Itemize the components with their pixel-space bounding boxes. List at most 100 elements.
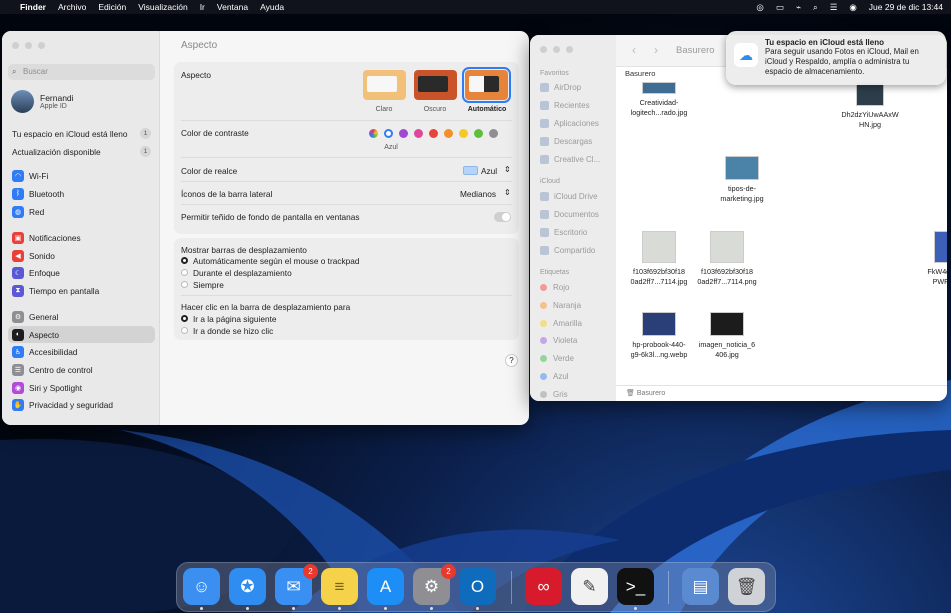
zoom-button[interactable] [566, 46, 573, 53]
contrast-swatch[interactable] [489, 129, 498, 138]
close-button[interactable] [12, 42, 19, 49]
sidebar-item-bluetooth[interactable]: ᛒ Bluetooth [8, 185, 155, 202]
file-item[interactable]: f103f692bf30f18 0ad2ff7...7114.png [687, 231, 767, 287]
icloud-notification[interactable]: ☁ Tu espacio en iCloud está lleno Para s… [726, 31, 946, 85]
creative-cloud-icon[interactable]: ∞ [525, 568, 562, 605]
clock[interactable]: Jue 29 de dic 13:44 [869, 2, 943, 12]
chevron-updown-icon[interactable]: ⇕ [504, 165, 511, 174]
sidebar-item-red[interactable]: ◍ Red [8, 203, 155, 220]
click-next-page-radio[interactable] [181, 315, 188, 322]
highlight-value[interactable]: Azul [481, 166, 497, 176]
contrast-swatch[interactable] [474, 129, 483, 138]
menu-ir[interactable]: Ir [200, 2, 205, 12]
sidebar-item-accesibilidad[interactable]: ♿ Accesibilidad [8, 343, 155, 360]
sidebar-item-wi-fi[interactable]: ◠ Wi-Fi [8, 167, 155, 184]
click-spot-radio[interactable] [181, 327, 188, 334]
path-item[interactable]: Basurero [637, 390, 665, 397]
window-controls[interactable] [540, 46, 573, 53]
sidebar-item-tiempo-en-pantalla[interactable]: ⧗ Tiempo en pantalla [8, 282, 155, 299]
terminal-icon[interactable]: >_ [617, 568, 654, 610]
finder-sidebar-item[interactable]: Escritorio [540, 228, 587, 237]
sidebar-item-siri-y-spotlight[interactable]: ◉ Siri y Spotlight [8, 379, 155, 396]
siri-icon[interactable]: ◉ [849, 2, 856, 13]
appearance-light[interactable] [363, 70, 406, 100]
scrollbars-auto-radio[interactable] [181, 257, 188, 264]
menu-ayuda[interactable]: Ayuda [260, 2, 284, 12]
file-item[interactable]: Creatividad- logitech...rado.jpg [619, 82, 699, 118]
app-store-icon[interactable]: A [367, 568, 404, 610]
contrast-swatch[interactable] [414, 129, 423, 138]
menu-app-name[interactable]: Finder [20, 2, 46, 12]
forward-icon[interactable]: › [654, 43, 658, 57]
wifi-off-icon[interactable]: ⌁ [796, 2, 801, 13]
menu-ventana[interactable]: Ventana [217, 2, 248, 12]
sidebar-item-sonido[interactable]: ◀ Sonido [8, 247, 155, 264]
creative-cloud-status-icon[interactable]: ◎ [756, 2, 763, 13]
sidebar-item-aspecto[interactable]: ◐ Aspecto [8, 326, 155, 343]
appearance-auto[interactable] [462, 67, 511, 103]
tinting-toggle[interactable] [494, 212, 511, 222]
contrast-swatch[interactable] [459, 129, 468, 138]
sidebar-icons-value[interactable]: Medianos [460, 189, 496, 199]
file-item[interactable]: Dh2dzYiUwAAxW HN.jpg [830, 82, 910, 130]
sidebar-item-centro-de-control[interactable]: ☰ Centro de control [8, 361, 155, 378]
finder-sidebar-item[interactable]: Compartido [540, 246, 595, 255]
finder-tag-item[interactable]: Azul [540, 372, 569, 381]
notes-icon[interactable]: ≡ [321, 568, 358, 610]
sidebar-item-icloud-full[interactable]: Tu espacio en iCloud está lleno 1 [8, 125, 155, 142]
minimize-button[interactable] [553, 46, 560, 53]
finder-sidebar-item[interactable]: Descargas [540, 137, 592, 146]
zoom-button[interactable] [38, 42, 45, 49]
sidebar-item-update[interactable]: Actualización disponible 1 [8, 143, 155, 160]
finder-sidebar-item[interactable]: AirDrop [540, 83, 581, 92]
contrast-swatch[interactable] [444, 129, 453, 138]
control-center-icon[interactable]: ☰ [830, 2, 838, 13]
menu-archivo[interactable]: Archivo [58, 2, 86, 12]
scrollbars-always-radio[interactable] [181, 281, 188, 288]
search-field[interactable]: ⌕ Buscar [8, 64, 155, 80]
mail-icon[interactable]: ✉ 2 [275, 564, 318, 610]
safari-icon[interactable]: ✪ [229, 568, 266, 610]
contrast-swatch[interactable] [369, 129, 378, 138]
finder-sidebar-item[interactable]: iCloud Drive [540, 192, 598, 201]
file-item[interactable]: tipos-de- marketing.jpg [702, 156, 782, 204]
appearance-dark[interactable] [414, 70, 457, 100]
finder-icon[interactable]: ☺ [183, 568, 220, 610]
contrast-swatch[interactable] [429, 129, 438, 138]
menu-visualizacion[interactable]: Visualización [138, 2, 187, 12]
trash-icon[interactable]: 🗑 [728, 568, 765, 605]
sidebar-item-general[interactable]: ⚙ General [8, 308, 155, 325]
battery-icon[interactable]: ▭ [776, 2, 784, 13]
finder-sidebar-item[interactable]: Documentos [540, 210, 599, 219]
file-item[interactable]: imagen_noticia_6 406.jpg [687, 312, 767, 360]
finder-tag-item[interactable]: Amarilla [540, 319, 582, 328]
finder-tag-item[interactable]: Gris [540, 390, 568, 399]
settings-icon[interactable]: ⚙ 2 [413, 564, 456, 610]
finder-tag-item[interactable]: Rojo [540, 283, 569, 292]
back-icon[interactable]: ‹ [632, 43, 636, 57]
search-icon[interactable]: ⌕ [813, 2, 818, 13]
sidebar-item-notificaciones[interactable]: ▣ Notificaciones [8, 229, 155, 246]
minimize-button[interactable] [25, 42, 32, 49]
finder-tag-item[interactable]: Violeta [540, 336, 577, 345]
file-item[interactable]: FkW4qQ9X PWF.jpg [906, 231, 947, 287]
contrast-swatch[interactable] [399, 129, 408, 138]
apple-id-row[interactable]: Fernandi Apple ID [11, 89, 74, 113]
contrast-swatch[interactable] [384, 129, 393, 138]
chevron-updown-icon[interactable]: ⇕ [504, 188, 511, 197]
scrollbars-scrolling-radio[interactable] [181, 269, 188, 276]
finder-sidebar-item[interactable]: Recientes [540, 101, 590, 110]
finder-sidebar-item[interactable]: Aplicaciones [540, 119, 599, 128]
help-button[interactable]: ? [505, 354, 518, 367]
window-controls[interactable] [12, 42, 45, 49]
textedit-icon[interactable]: ✎ [571, 568, 608, 605]
downloads-stack-icon[interactable]: ▤ [682, 568, 719, 605]
finder-tag-item[interactable]: Naranja [540, 301, 581, 310]
outlook-icon[interactable]: O [459, 568, 496, 610]
finder-tag-item[interactable]: Verde [540, 354, 574, 363]
sidebar-item-privacidad-y-seguridad[interactable]: ✋ Privacidad y seguridad [8, 396, 155, 413]
close-button[interactable] [540, 46, 547, 53]
menu-edicion[interactable]: Edición [98, 2, 126, 12]
finder-sidebar-item[interactable]: Creative Cl... [540, 155, 600, 164]
sidebar-item-enfoque[interactable]: ☾ Enfoque [8, 264, 155, 281]
